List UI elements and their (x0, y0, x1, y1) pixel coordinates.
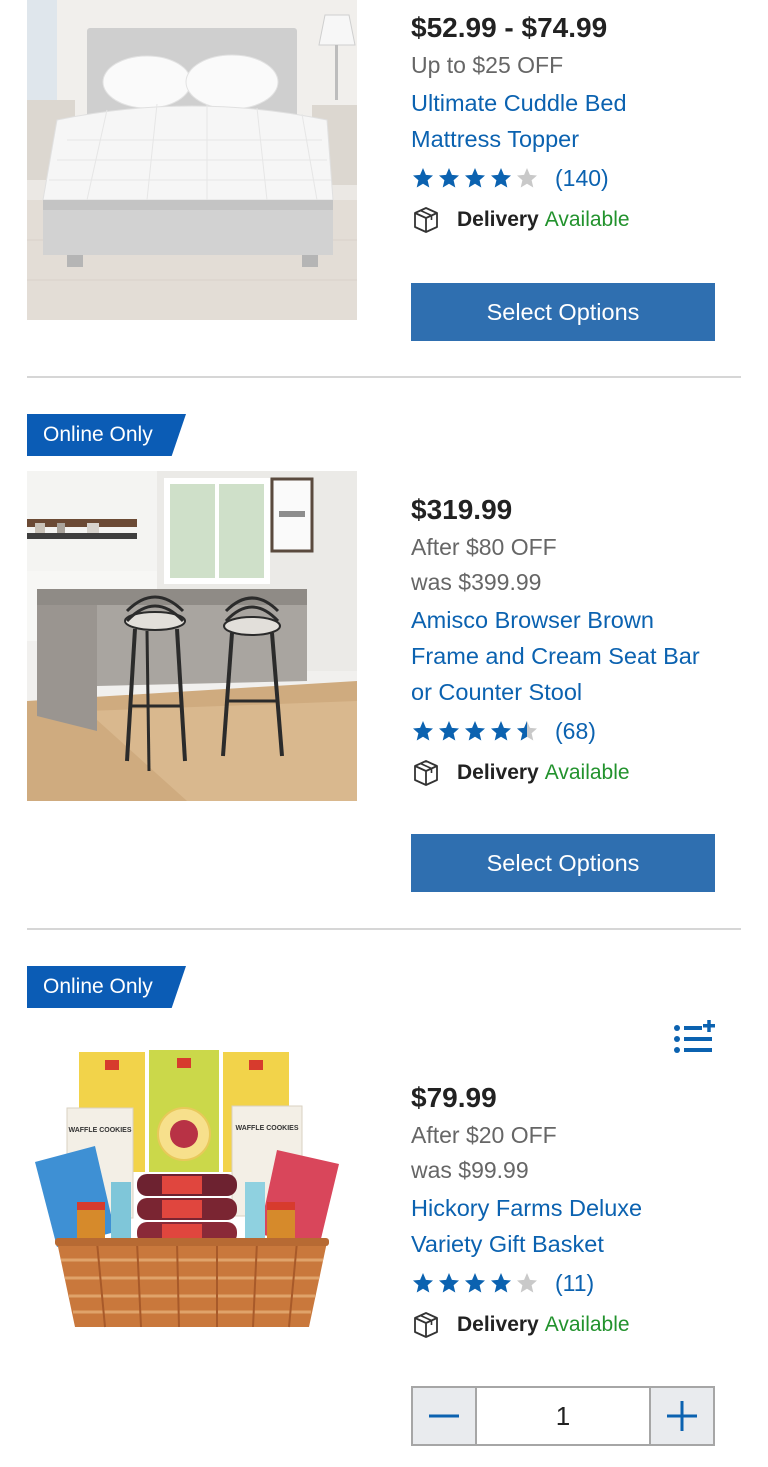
delivery-status: Available (544, 761, 630, 784)
gift-basket-image: WAFFLE COOKIES WAFFLE COOKIES (27, 1042, 357, 1342)
star-full-icon (491, 1273, 511, 1293)
star-full-icon (413, 1273, 433, 1293)
review-count: (68) (555, 717, 596, 744)
star-full-icon (439, 1273, 459, 1293)
quantity-value[interactable]: 1 (477, 1388, 649, 1444)
product-price: $79.99 (411, 1082, 497, 1113)
delivery-row: Delivery Available (411, 752, 741, 794)
package-icon (414, 1312, 438, 1338)
product-card: $52.99 - $74.99 Up to $25 OFF Ultimate C… (0, 0, 768, 378)
rating-row[interactable]: (11) (411, 1262, 741, 1304)
online-only-badge: Online Only (27, 414, 186, 456)
delivery-row: Delivery Available (411, 199, 741, 241)
product-title-link[interactable]: Hickory Farms Deluxe Variety Gift Basket (411, 1190, 741, 1262)
product-image[interactable]: WAFFLE COOKIES WAFFLE COOKIES (27, 1042, 357, 1372)
select-options-button[interactable]: Select Options (411, 834, 715, 892)
star-full-icon (465, 1273, 485, 1293)
product-title-link[interactable]: Ultimate Cuddle Bed Mattress Topper (411, 85, 741, 157)
discount-text: After $80 OFF (411, 534, 557, 560)
delivery-status: Available (544, 1313, 630, 1336)
minus-icon (429, 1414, 459, 1418)
add-to-list-icon[interactable] (672, 1020, 716, 1056)
product-title-line: Mattress Topper (411, 126, 580, 152)
quantity-stepper: 1 (411, 1386, 715, 1446)
star-rating (411, 166, 539, 190)
product-price: $319.99 (411, 494, 513, 525)
plus-icon (667, 1401, 697, 1431)
waffle-cookies-text: WAFFLE COOKIES (236, 1125, 299, 1132)
product-title-line: Hickory Farms Deluxe (411, 1195, 643, 1221)
bar-stool-kitchen-image (27, 471, 357, 801)
product-info: $79.99 After $20 OFF was $99.99 Hickory … (411, 1078, 741, 1346)
discount-text: Up to $25 OFF (411, 52, 564, 78)
star-full-icon (439, 721, 459, 741)
rating-row[interactable]: (68) (411, 710, 741, 752)
waffle-cookies-text: WAFFLE COOKIES (69, 1127, 132, 1134)
package-icon (414, 760, 438, 786)
delivery-status: Available (544, 208, 630, 231)
product-info: $319.99 After $80 OFF was $399.99 Amisco… (411, 490, 741, 794)
decrease-quantity-button[interactable] (413, 1388, 477, 1444)
product-image[interactable] (27, 0, 357, 320)
mattress-topper-image (27, 0, 357, 320)
star-full-icon (465, 721, 485, 741)
star-half-icon (517, 721, 537, 741)
delivery-label: Delivery (457, 208, 539, 231)
product-card: Online Only WAFFLE COOKIES WAFFLE COOKIE… (0, 930, 768, 1467)
star-empty-icon (517, 1273, 537, 1293)
online-only-badge: Online Only (27, 966, 186, 1008)
star-full-icon (413, 168, 433, 188)
star-full-icon (413, 721, 433, 741)
star-full-icon (491, 721, 511, 741)
product-title-line: Ultimate Cuddle Bed (411, 90, 627, 116)
discount-text: After $20 OFF (411, 1122, 557, 1148)
product-card: Online Only $319.99 After $80 OFF was $3… (0, 378, 768, 930)
product-title-link[interactable]: Amisco Browser Brown Frame and Cream Sea… (411, 602, 741, 710)
product-info: $52.99 - $74.99 Up to $25 OFF Ultimate C… (411, 8, 741, 241)
product-title-line: Variety Gift Basket (411, 1231, 604, 1257)
delivery-row: Delivery Available (411, 1304, 741, 1346)
package-icon (414, 207, 438, 233)
star-empty-icon (517, 168, 537, 188)
star-full-icon (465, 168, 485, 188)
star-rating (411, 1271, 539, 1295)
product-title-line: or Counter Stool (411, 679, 583, 705)
rating-row[interactable]: (140) (411, 157, 741, 199)
was-price: was $99.99 (411, 1157, 529, 1183)
review-count: (11) (555, 1269, 595, 1296)
product-title-line: Frame and Cream Seat Bar (411, 643, 700, 669)
star-rating (411, 719, 539, 743)
was-price: was $399.99 (411, 569, 542, 595)
star-full-icon (439, 168, 459, 188)
review-count: (140) (555, 164, 609, 191)
product-image[interactable] (27, 471, 357, 801)
product-price: $52.99 - $74.99 (411, 12, 608, 43)
delivery-label: Delivery (457, 761, 539, 784)
select-options-button[interactable]: Select Options (411, 283, 715, 341)
delivery-label: Delivery (457, 1313, 539, 1336)
star-full-icon (491, 168, 511, 188)
increase-quantity-button[interactable] (649, 1388, 713, 1444)
product-title-line: Amisco Browser Brown (411, 607, 654, 633)
